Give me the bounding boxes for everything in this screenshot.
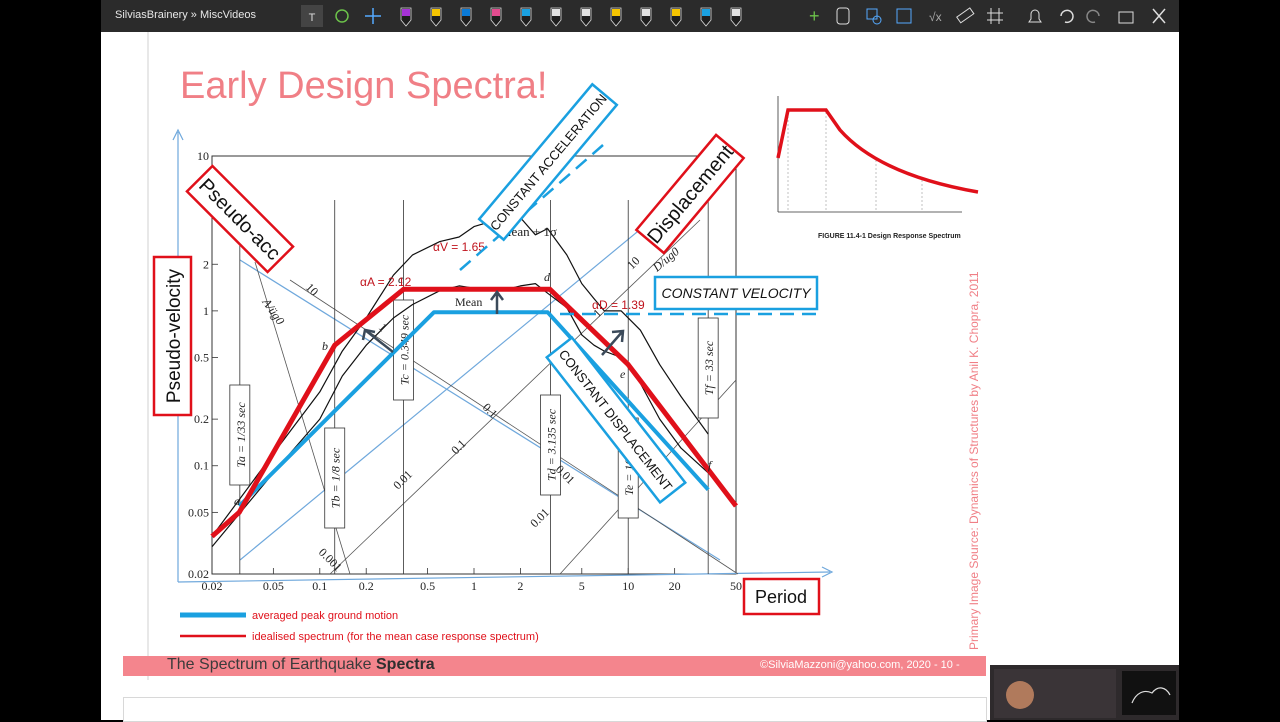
pen-icon[interactable] [670,7,682,27]
disp-diag-label: 10 [624,254,642,272]
pen-icon[interactable] [520,7,532,27]
x-tick-label: 2 [517,579,523,593]
x-tick-label: 10 [622,579,634,593]
ink-to-shape-icon[interactable] [896,8,912,24]
y-tick-label: 0.1 [194,459,209,473]
slide-title: Early Design Spectra! [180,65,548,107]
fullscreen-icon[interactable] [1152,8,1166,24]
undo-icon[interactable] [1060,9,1074,24]
pen-icon[interactable] [430,7,442,27]
footer-right: ©SilviaMazzoni@yahoo.com, 2020 - 10 - [760,659,960,671]
webcam-overlay [990,665,1179,720]
presenter-avatar [1006,681,1034,709]
diag-line [329,219,701,575]
x-tick-label: 50 [730,579,742,593]
x-tick-labels: 0.02 0.05 0.1 0.2 0.5 1 2 5 10 20 50 [202,579,743,593]
alpha-a-label: αA = 2.12 [360,275,412,289]
pen-icon[interactable] [730,7,742,27]
y-tick-label: 1 [203,304,209,318]
pen-icon[interactable] [580,7,592,27]
svg-text:Displacement: Displacement [643,141,738,248]
ruler-icon[interactable] [956,7,975,24]
disp-diag-label: 0.01 [390,467,415,492]
x-tick-label: 0.5 [420,579,435,593]
x-tick-label: 1 [471,579,477,593]
toolbar-tools: T + √x [301,5,1166,27]
point-label: b [322,339,328,353]
y-tick-label: 0.5 [194,350,209,364]
x-tick-label: 0.1 [312,579,327,593]
y-tick-label: 2 [203,257,209,271]
svg-text:+: + [809,6,820,26]
x-tick-label: 20 [669,579,681,593]
shapes-icon[interactable] [866,8,882,25]
pen-icon[interactable] [700,7,712,27]
pen-palette [400,7,742,27]
insert-space-icon[interactable] [365,8,381,24]
pseudo-velocity-box: Pseudo-velocity [152,255,193,417]
svg-text:T: T [309,12,316,24]
legend-red-label: idealised spectrum (for the mean case re… [252,631,539,643]
pen-icon[interactable] [610,7,622,27]
acc-diag-label: 0.001 [316,545,345,574]
period-label: Ta = 1/33 sec [234,402,248,468]
pen-icon[interactable] [640,7,652,27]
redo-icon[interactable] [1086,9,1100,24]
svg-text:CONSTANT ACCELERATION: CONSTANT ACCELERATION [487,91,610,233]
acc-diag-label: 1 [376,320,390,334]
grid-icon[interactable] [987,8,1003,24]
add-space-icon[interactable] [335,9,349,23]
y-tick-label: 0.2 [194,412,209,426]
ink-to-math-icon[interactable]: √x [929,10,942,24]
period-label: Tb = 1/8 sec [329,447,343,508]
svg-text:√x: √x [929,10,942,24]
top-toolbar: SilviasBrainery » MiscVideos T + √x [101,0,1179,32]
svg-text:Period: Period [755,587,807,607]
constant-acceleration-box: CONSTANT ACCELERATION [477,82,619,242]
share-icon[interactable] [1118,11,1134,24]
svg-text:CONSTANT VELOCITY: CONSTANT VELOCITY [661,285,812,301]
footer-left-bold: Spectra [376,656,435,673]
point-label: a [234,494,240,508]
pen-icon[interactable] [400,7,412,27]
bell-icon[interactable] [1028,9,1042,23]
period-label: Tf = 33 sec [702,340,716,395]
inset-caption: FIGURE 11.4-1 Design Response Spectrum [818,233,961,240]
period-label: Tc = 0.349 sec [397,314,411,385]
legend-blue-label: averaged peak ground motion [252,610,398,622]
svg-text:Pseudo-velocity: Pseudo-velocity [164,268,185,403]
disp-diag-label: 0.01 [527,505,552,530]
touch-draw-icon[interactable] [836,7,850,25]
slide: Early Design Spectra! 0.020.050.10.20.51… [152,65,981,650]
x-tick-label: 5 [579,579,585,593]
alpha-d-label: αD = 1.39 [592,298,645,312]
point-label: d [544,270,551,284]
next-slide-preview[interactable] [123,697,987,722]
pen-icon[interactable] [490,7,502,27]
add-pen-icon[interactable]: + [809,6,820,26]
y-tick-label: 0.05 [188,505,209,519]
period-box: Period [742,577,821,616]
disp-diag-label: 0.1 [448,437,469,458]
acc-diag-label: 10 [303,280,321,298]
alpha-v-label: αV = 1.65 [433,240,485,254]
breadcrumb[interactable]: SilviasBrainery » MiscVideos [115,9,256,21]
lasso-select-icon[interactable]: T [301,5,323,27]
point-label: e [620,367,626,381]
pen-icon[interactable] [550,7,562,27]
source-note: Primary Image Source: Dynamics of Struct… [967,271,981,650]
constant-velocity-box: CONSTANT VELOCITY [653,275,819,311]
x-tick-label: 0.2 [359,579,374,593]
footer-left: The Spectrum of Earthquake Spectra [167,656,435,673]
y-tick-label: 10 [197,149,209,163]
svg-text:Pseudo-acc: Pseudo-acc [194,175,284,265]
mean-label: Mean [455,295,482,309]
pen-icon[interactable] [460,7,472,27]
inset-design-spectrum: FIGURE 11.4-1 Design Response Spectrum [776,96,979,240]
displacement-box: Displacement [634,133,746,255]
acc-diag-label: 0.1 [480,400,501,421]
a-over-ug-label: A/üg0 [259,295,287,327]
point-label: f [708,458,713,472]
